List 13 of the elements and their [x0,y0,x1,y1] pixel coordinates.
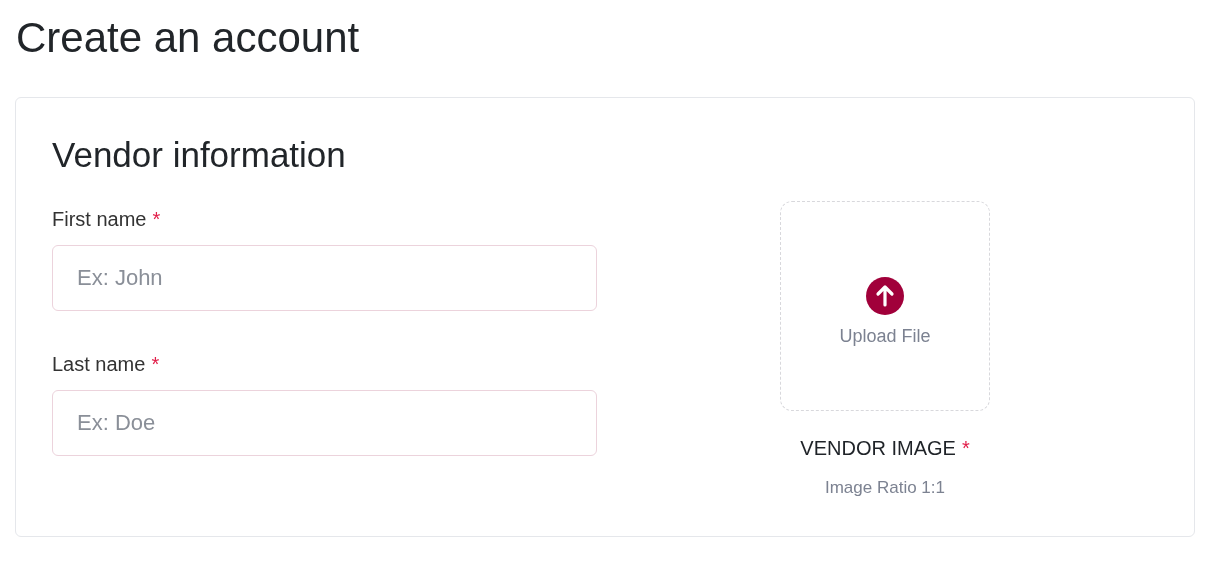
input-field[interactable]: Ex: John [52,245,597,311]
field-label: First name [52,207,147,232]
image-label: VENDOR IMAGE [800,436,956,461]
page-title: Create an account [16,13,361,63]
upload-icon [866,276,904,315]
required-mark: * [152,207,161,232]
image-hint: Image Ratio 1:1 [825,477,945,499]
required-mark: * [961,436,970,461]
upload-dropzone[interactable]: Upload File [780,201,990,411]
section-title: Vendor information [52,134,347,176]
input-field[interactable]: Ex: Doe [52,390,597,456]
required-mark: * [151,352,160,377]
field-label: Last name [52,352,146,377]
